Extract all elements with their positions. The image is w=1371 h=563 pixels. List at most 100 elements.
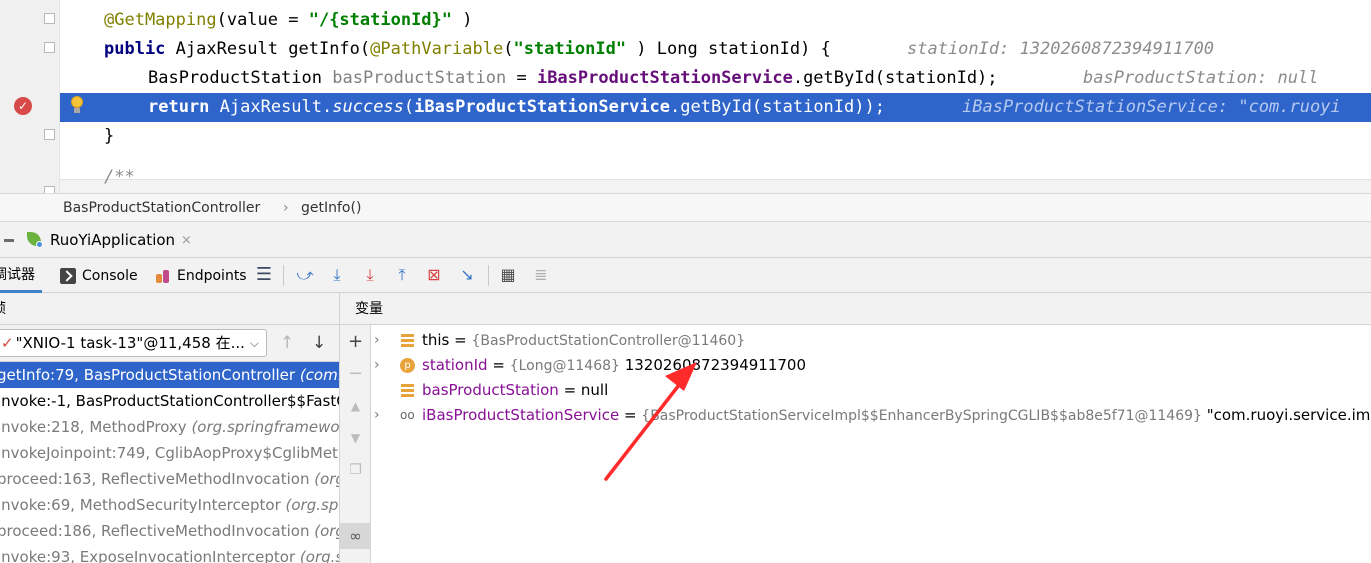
fold-marker[interactable]: [44, 186, 55, 193]
code-line-brace[interactable]: }: [60, 122, 1371, 151]
show-execution-point-icon[interactable]: ⤻: [295, 265, 315, 285]
fold-marker[interactable]: [44, 129, 55, 140]
thread-dropdown[interactable]: ✓ "XNIO-1 task-13"@11,458 在... ⌵: [0, 329, 267, 357]
variable-value: 1320260872394911700: [619, 356, 807, 374]
duplicate-watch-icon[interactable]: ❐: [340, 457, 371, 483]
watches-glasses-icon[interactable]: ∞: [340, 523, 371, 549]
variable-text: this = {BasProductStationController@1146…: [422, 328, 745, 354]
field-token: iBasProductStationService: [414, 97, 671, 117]
tab-endpoints-label: Endpoints: [177, 267, 247, 284]
tab-endpoints[interactable]: Endpoints: [155, 258, 247, 293]
add-watch-icon[interactable]: +: [340, 329, 371, 355]
variable-name: basProductStation: [422, 381, 559, 399]
variable-value: null: [580, 381, 609, 399]
variable-value: "com.ruoyi.service.impl: [1201, 406, 1371, 424]
inline-debug-hint: stationId: 1320260872394911700: [907, 39, 1215, 59]
frame-item[interactable]: getInfo:79, BasProductStationController …: [0, 362, 339, 388]
variable-name: stationId: [422, 356, 488, 374]
frames-header: 帧: [0, 293, 339, 325]
code-scroll-edge: /**: [60, 167, 1371, 193]
breakpoint-icon[interactable]: ✓: [14, 97, 32, 115]
frame-item[interactable]: proceed:186, ReflectiveMethodInvocation …: [0, 518, 339, 544]
close-icon[interactable]: ×: [181, 233, 192, 248]
method-token: success: [332, 97, 404, 117]
evaluate-expression-icon[interactable]: ▦: [498, 265, 518, 285]
breadcrumb-item-class[interactable]: BasProductStationController: [63, 194, 260, 222]
inline-debug-hint: iBasProductStationService: "com.ruoyi: [962, 97, 1341, 117]
code-editor[interactable]: ✓ @GetMapping(value = "/{stationId}" ) p…: [0, 0, 1371, 193]
code-token: ): [626, 39, 657, 59]
run-to-cursor-icon[interactable]: ↘: [457, 265, 477, 285]
frame-method: invoke:-1, BasProductStationController$$…: [0, 392, 339, 410]
step-out-icon[interactable]: ⤒: [392, 265, 412, 285]
annotation-token: @GetMapping: [104, 10, 217, 30]
variable-row[interactable]: › p stationId = {Long@11468} 13202608723…: [371, 353, 1371, 378]
variable-eq: =: [449, 331, 472, 349]
frame-item[interactable]: invoke:-1, BasProductStationController$$…: [0, 388, 339, 414]
variable-type: {Long@11468}: [509, 358, 620, 374]
code-line-current-execution[interactable]: return AjaxResult.success(iBasProductSta…: [60, 93, 1371, 122]
code-line-assign[interactable]: BasProductStation basProductStation = iB…: [60, 64, 1371, 93]
arrow-up-icon[interactable]: ↑: [280, 333, 294, 353]
variable-row[interactable]: › this = {BasProductStationController@11…: [371, 328, 1371, 353]
variable-row[interactable]: basProductStation = null: [371, 378, 1371, 403]
tab-debugger[interactable]: 调试器: [0, 258, 42, 293]
tab-console-label: Console: [82, 267, 138, 284]
toolbar-divider: [283, 265, 284, 286]
frame-package: (com.ru: [299, 366, 339, 384]
variable-row[interactable]: › oo iBasProductStationService = {BasPro…: [371, 403, 1371, 428]
chevron-right-icon[interactable]: ›: [374, 353, 380, 378]
variable-name: iBasProductStationService: [422, 406, 620, 424]
frame-method: invokeJoinpoint:749, CglibAopProxy$Cglib…: [0, 444, 339, 462]
frame-package: (org.s: [314, 522, 339, 540]
parameter-icon: p: [400, 358, 415, 373]
variable-text: basProductStation = null: [422, 378, 608, 404]
frame-item[interactable]: invoke:218, MethodProxy (org.springframe…: [0, 414, 339, 440]
comment-token: /**: [104, 167, 135, 187]
remove-watch-icon[interactable]: −: [340, 361, 371, 387]
trace-stream-icon[interactable]: ≣: [531, 265, 551, 285]
field-icon: [400, 333, 415, 348]
code-token: .getById(stationId);: [792, 68, 998, 88]
chevron-right-icon[interactable]: ›: [374, 403, 380, 428]
fold-marker[interactable]: [44, 13, 55, 24]
breadcrumb-separator: ›: [283, 200, 289, 216]
console-icon: [60, 267, 76, 284]
frame-method: invoke:218, MethodProxy: [0, 418, 192, 436]
drop-frame-icon[interactable]: ⊠: [424, 265, 444, 285]
step-into-icon[interactable]: ⤓: [360, 265, 380, 285]
tab-console[interactable]: Console: [60, 258, 138, 293]
code-line-mapping[interactable]: @GetMapping(value = "/{stationId}" ): [60, 6, 1371, 35]
run-tab-ruoyi[interactable]: RuoYiApplication ×: [0, 222, 192, 258]
code-text: @GetMapping(value = "/{stationId}" ): [104, 6, 473, 35]
frame-item[interactable]: invoke:69, MethodSecurityInterceptor (or…: [0, 492, 339, 518]
frame-item[interactable]: invokeJoinpoint:749, CglibAopProxy$Cglib…: [0, 440, 339, 466]
keyword-token: public: [104, 39, 166, 59]
editor-gutter[interactable]: ✓: [0, 0, 60, 193]
annotation-token: @PathVariable: [370, 39, 504, 59]
code-token: (: [503, 39, 514, 59]
code-token: =: [506, 68, 537, 88]
hamburger-menu-icon[interactable]: ☰: [254, 265, 274, 285]
breadcrumb: BasProductStationController › getInfo(): [0, 193, 1371, 222]
code-token: .getById(stationId));: [670, 97, 885, 117]
fold-marker[interactable]: [44, 42, 55, 53]
code-line-signature[interactable]: public AjaxResult getInfo(@PathVariable(…: [60, 35, 1371, 64]
arrow-down-icon[interactable]: ↓: [312, 333, 326, 353]
keyword-token: return: [148, 97, 210, 117]
lightbulb-icon[interactable]: [70, 96, 84, 116]
step-over-icon[interactable]: ⤓: [327, 265, 347, 285]
string-token: "stationId": [513, 39, 627, 59]
frame-item[interactable]: proceed:163, ReflectiveMethodInvocation …: [0, 466, 339, 492]
frame-item[interactable]: invoke:93, ExposeInvocationInterceptor (…: [0, 544, 339, 563]
move-up-icon[interactable]: ▲: [340, 393, 371, 419]
inline-debug-hint: basProductStation: null: [1083, 68, 1319, 88]
chevron-right-icon[interactable]: ›: [374, 328, 380, 353]
frame-package: (org.sprin: [285, 496, 339, 514]
frame-package: (org.springframework: [191, 418, 339, 436]
variables-panel: 变量 + − ▲ ▼ ❐ ∞ › this = {BasProductStati…: [340, 293, 1371, 563]
move-down-icon[interactable]: ▼: [340, 425, 371, 451]
variables-header: 变量: [340, 293, 1371, 325]
code-token: Long stationId) {: [656, 39, 831, 59]
breadcrumb-item-method[interactable]: getInfo(): [301, 194, 361, 222]
